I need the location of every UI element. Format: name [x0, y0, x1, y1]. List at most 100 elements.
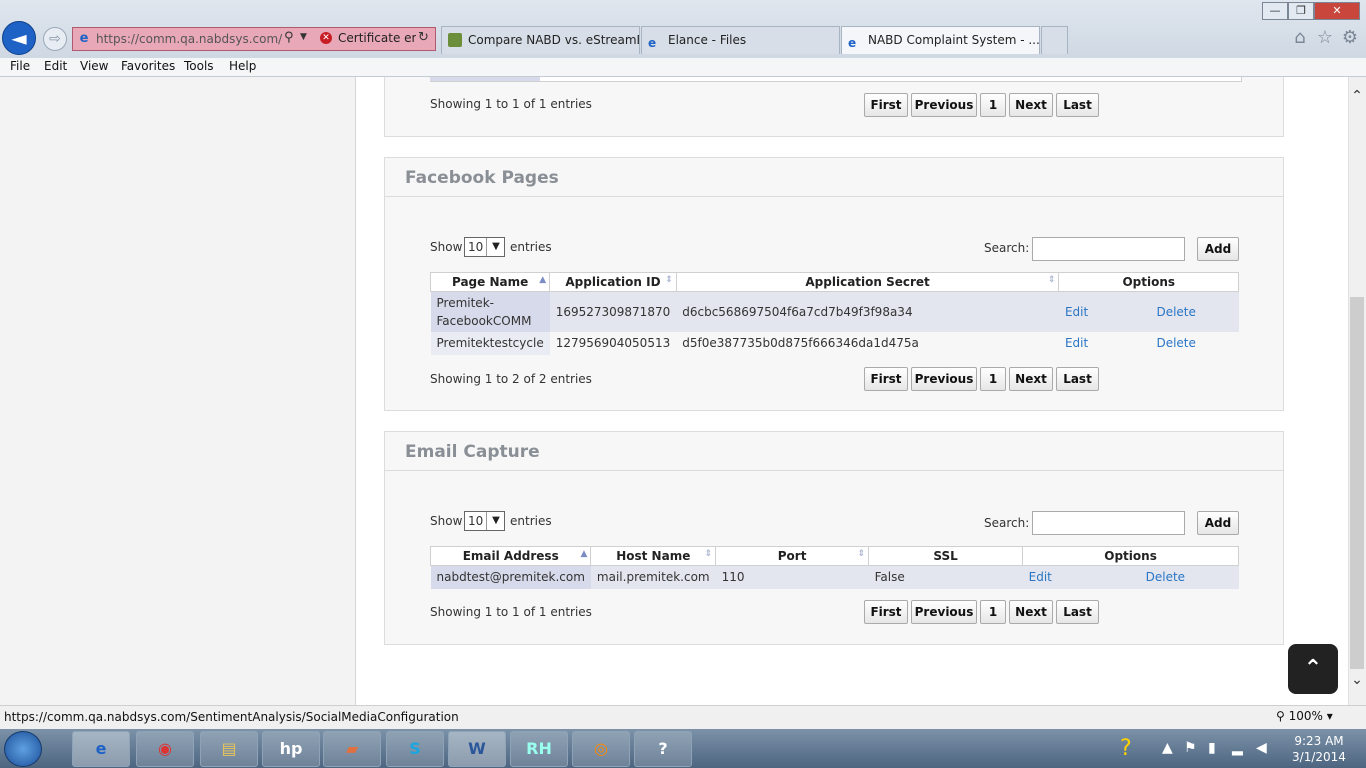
first-page-button[interactable]: First — [864, 600, 908, 624]
scroll-down-icon[interactable]: ⌄ — [1348, 672, 1366, 688]
menu-edit[interactable]: Edit — [44, 59, 67, 73]
previous-page-button[interactable]: Previous — [911, 600, 977, 624]
certificate-error-icon[interactable]: ✕ — [320, 32, 332, 44]
page-1-button[interactable]: 1 — [980, 367, 1006, 391]
chrome-taskbar-icon[interactable]: ◉ — [136, 731, 194, 767]
column-header-port[interactable]: Port ⇕ — [715, 546, 870, 566]
search-label: Search: — [984, 241, 1030, 255]
forward-button-icon[interactable]: ⇨ — [43, 27, 67, 51]
table-row: nabdtest@premitek.com mail.premitek.com … — [430, 565, 1239, 589]
search-icon[interactable]: ⚲ — [284, 30, 298, 46]
cell-application-secret: d5f0e387735b0d875f666346da1d475a — [676, 331, 1059, 355]
table-info: Showing 1 to 2 of 2 entries — [430, 372, 592, 386]
gear-icon[interactable]: ⚙ — [1340, 28, 1360, 48]
show-hidden-icons-icon[interactable]: ▲ — [1162, 740, 1173, 756]
app-taskbar-icon[interactable]: ▰ — [323, 731, 381, 767]
column-header-application-secret[interactable]: Application Secret ⇕ — [675, 272, 1060, 292]
last-page-button[interactable]: Last — [1056, 367, 1099, 391]
page-1-button[interactable]: 1 — [980, 93, 1006, 117]
column-header-ssl[interactable]: SSL — [868, 546, 1024, 566]
refresh-icon[interactable]: ↻ — [418, 30, 432, 45]
word-taskbar-icon[interactable]: W — [448, 731, 506, 767]
delete-link-label[interactable]: Delete — [1146, 570, 1185, 584]
page-size-select[interactable]: 10 ▼ — [464, 511, 505, 531]
next-page-button[interactable]: Next — [1009, 600, 1053, 624]
internet-explorer-taskbar-icon[interactable]: e — [72, 731, 130, 767]
page-1-button[interactable]: 1 — [980, 600, 1006, 624]
skype-taskbar-icon[interactable]: S — [386, 731, 444, 767]
hp-taskbar-icon[interactable]: hp — [262, 731, 320, 767]
network-signal-icon[interactable]: ▂ — [1232, 740, 1243, 756]
edit-link-label[interactable]: Edit — [1065, 305, 1088, 319]
tab-label: Elance - Files — [668, 33, 747, 47]
home-icon[interactable]: ⌂ — [1290, 28, 1310, 48]
favorites-star-icon[interactable]: ☆ — [1315, 28, 1335, 48]
tab-compare[interactable]: Compare NABD vs. eStreamDe... — [441, 26, 640, 54]
column-header-page-name[interactable]: Page Name ▲ — [429, 272, 551, 292]
column-header-host-name[interactable]: Host Name ⇕ — [590, 546, 717, 566]
delete-link-label[interactable]: Delete — [1156, 336, 1195, 350]
address-url[interactable]: https://comm.qa.nabdsys.com/Se — [96, 32, 282, 48]
back-button-icon[interactable]: ◄ — [2, 21, 36, 55]
edit-link[interactable]: Edit — [1058, 291, 1151, 332]
last-page-button[interactable]: Last — [1056, 93, 1099, 117]
left-sidebar — [0, 77, 356, 705]
first-page-button[interactable]: First — [864, 367, 908, 391]
column-header-email-address[interactable]: Email Address ▲ — [429, 546, 592, 566]
zoom-dropdown-icon: ▾ — [1326, 709, 1333, 723]
menu-help[interactable]: Help — [229, 59, 256, 73]
notification-alert-icon[interactable]: ? — [1120, 736, 1132, 761]
last-page-button[interactable]: Last — [1056, 600, 1099, 624]
panel-header: Facebook Pages — [385, 158, 1283, 197]
scroll-up-icon[interactable]: ⌃ — [1348, 88, 1366, 104]
menu-tools[interactable]: Tools — [184, 59, 214, 73]
new-tab-button[interactable] — [1041, 26, 1068, 54]
delete-link-label[interactable]: Delete — [1156, 305, 1195, 319]
help-taskbar-icon[interactable]: ? — [634, 731, 692, 767]
power-icon[interactable]: ▮ — [1208, 740, 1216, 756]
search-input[interactable] — [1032, 237, 1185, 261]
add-email-button[interactable]: Add — [1197, 511, 1239, 535]
clock-time[interactable]: 9:23 AM — [1291, 734, 1347, 748]
delete-link[interactable]: Delete — [1139, 565, 1239, 589]
search-input[interactable] — [1032, 511, 1185, 535]
table-header-row: Page Name ▲ Application ID ⇕ Application S… — [429, 272, 1239, 292]
delete-link[interactable]: Delete — [1150, 291, 1239, 332]
next-page-button[interactable]: Next — [1009, 367, 1053, 391]
edit-link[interactable]: Edit — [1022, 565, 1140, 589]
first-page-button[interactable]: First — [864, 93, 908, 117]
clock-date[interactable]: 3/1/2014 — [1291, 750, 1347, 764]
volume-muted-icon[interactable]: ◀ — [1256, 740, 1267, 756]
email-capture-table: Email Address ▲ Host Name ⇕ Port ⇕ SSL Opti… — [429, 546, 1239, 589]
previous-page-button[interactable]: Previous — [911, 367, 977, 391]
close-window-button[interactable]: ✕ — [1314, 2, 1360, 20]
menu-favorites[interactable]: Favorites — [121, 59, 175, 73]
minimize-button[interactable]: — — [1262, 2, 1288, 20]
maximize-button[interactable]: ❐ — [1288, 2, 1314, 20]
tab-nabd-complaint[interactable]: eNABD Complaint System - ...× — [841, 26, 1040, 54]
file-explorer-taskbar-icon[interactable]: ▤ — [200, 731, 258, 767]
cell-page-name: Premitek-FacebookCOMM — [430, 291, 550, 332]
menu-view[interactable]: View — [80, 59, 108, 73]
scrollbar-thumb[interactable] — [1350, 297, 1364, 669]
menu-file[interactable]: File — [10, 59, 30, 73]
recorder-taskbar-icon[interactable]: ◎ — [572, 731, 630, 767]
address-dropdown-icon[interactable]: ▼ — [300, 32, 310, 42]
delete-link[interactable]: Delete — [1150, 331, 1239, 355]
scroll-to-top-button[interactable]: ⌃ — [1288, 644, 1338, 694]
tab-elance[interactable]: e Elance - Files — [641, 26, 840, 54]
show-label: Show — [430, 514, 463, 528]
add-facebook-page-button[interactable]: Add — [1197, 237, 1239, 261]
column-header-application-id[interactable]: Application ID ⇕ — [549, 272, 677, 292]
robohelp-taskbar-icon[interactable]: RH — [510, 731, 568, 767]
action-center-flag-icon[interactable]: ⚑ — [1184, 740, 1197, 756]
start-button[interactable] — [4, 731, 42, 767]
edit-link[interactable]: Edit — [1058, 331, 1151, 355]
previous-page-button[interactable]: Previous — [911, 93, 977, 117]
certificate-error-label[interactable]: Certificate er... — [338, 31, 416, 45]
next-page-button[interactable]: Next — [1009, 93, 1053, 117]
zoom-level[interactable]: ⚲ 100% ▾ — [1276, 709, 1333, 723]
edit-link-label[interactable]: Edit — [1065, 336, 1088, 350]
edit-link-label[interactable]: Edit — [1029, 570, 1052, 584]
page-size-select[interactable]: 10 ▼ — [464, 237, 505, 257]
